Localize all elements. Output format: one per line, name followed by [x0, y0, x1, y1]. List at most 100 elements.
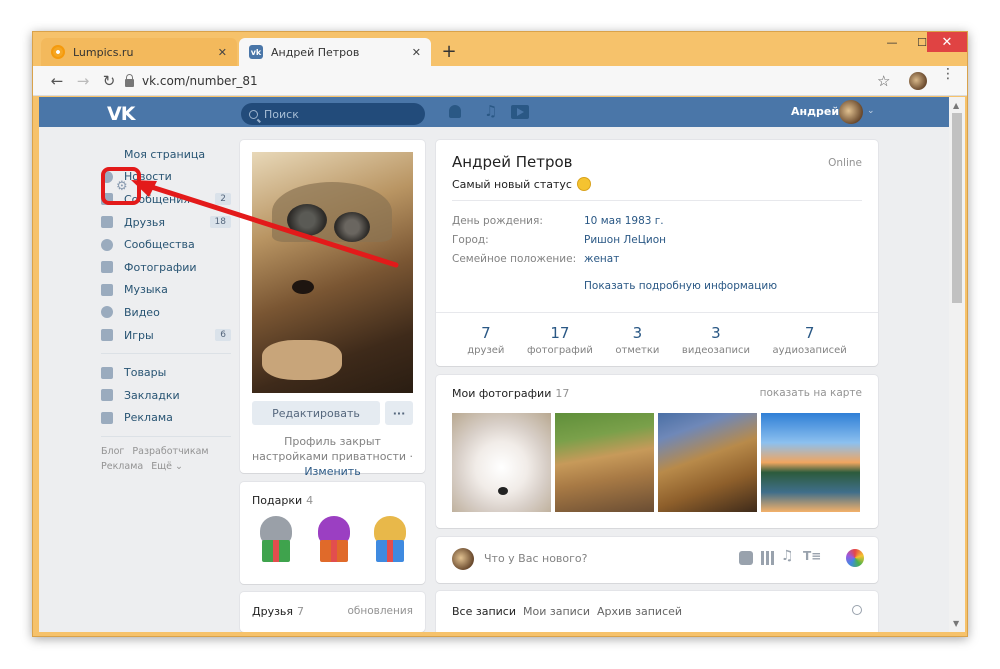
profile-status[interactable]: Самый новый статус — [452, 177, 591, 191]
photo-thumbnail[interactable] — [452, 413, 551, 512]
tab-my-posts[interactable]: Мои записи — [523, 605, 590, 618]
profile-name: Андрей Петров — [452, 153, 573, 171]
footer-link-blog[interactable]: Блог — [101, 446, 124, 457]
profile-counter[interactable]: 7 аудиозаписей — [773, 313, 847, 364]
chevron-down-icon[interactable]: ⌄ — [867, 106, 875, 116]
bookmark-star-icon[interactable]: ☆ — [877, 72, 890, 90]
footer-link-developers[interactable]: Разработчикам — [132, 446, 208, 457]
sidebar-item-label: Фотографии — [124, 260, 197, 274]
photos-title[interactable]: Мои фотографии 17 — [452, 387, 569, 400]
photo-thumbnail[interactable] — [761, 413, 860, 512]
vk-favicon-icon: vk — [249, 45, 263, 59]
sidebar-count-badge: 2 — [215, 193, 231, 206]
sidebar-item-friends[interactable]: Друзья 18 — [101, 211, 231, 234]
sidebar-item-photos[interactable]: Фотографии — [101, 256, 231, 279]
profile-photo[interactable] — [252, 152, 413, 393]
gift-item[interactable] — [254, 516, 298, 566]
online-status: Online — [828, 157, 862, 169]
profile-counter[interactable]: 3 отметки — [615, 313, 659, 364]
header-user-avatar[interactable] — [839, 100, 863, 124]
counter-number: 17 — [550, 324, 570, 342]
browser-profile-avatar[interactable] — [909, 72, 927, 90]
gifts-title[interactable]: Подарки 4 — [252, 494, 313, 507]
sidebar-item-bookmarks[interactable]: Закладки — [101, 384, 231, 407]
video-play-icon[interactable] — [511, 105, 529, 119]
photo-thumbnail[interactable] — [658, 413, 757, 512]
sidebar-item-music[interactable]: Музыка — [101, 279, 231, 302]
tab-archive[interactable]: Архив записей — [597, 605, 682, 618]
tab-vk-profile[interactable]: vk Андрей Петров ✕ — [239, 38, 431, 66]
address-bar[interactable]: vk.com/number_81 — [125, 70, 895, 92]
music-note-icon[interactable]: ♫ — [484, 102, 497, 120]
sidebar-item-games[interactable]: Игры 6 — [101, 324, 231, 347]
sidebar-item-video[interactable]: Видео — [101, 301, 231, 324]
edit-profile-button[interactable]: Редактировать — [252, 401, 380, 425]
privacy-change-link[interactable]: Изменить — [304, 465, 360, 478]
close-window-button[interactable]: ✕ — [927, 32, 967, 52]
notifications-bell-icon[interactable] — [449, 105, 461, 118]
photo-thumbnail[interactable] — [555, 413, 654, 512]
back-button[interactable]: ← — [47, 71, 67, 91]
vk-search-box[interactable] — [241, 103, 425, 125]
search-input[interactable] — [264, 107, 414, 121]
video-icon[interactable] — [761, 551, 775, 565]
text-format-icon[interactable]: T≡ — [803, 549, 821, 563]
new-post-card: ♫ T≡ — [436, 537, 878, 583]
smiley-emoji-icon — [576, 177, 591, 191]
tab-all-posts[interactable]: Все записи — [452, 605, 516, 618]
scroll-up-icon[interactable]: ▲ — [953, 101, 959, 110]
friends-updates-link[interactable]: обновления — [347, 605, 413, 617]
counter-label: друзей — [467, 345, 505, 356]
sidebar-item-label: Друзья — [124, 215, 166, 229]
show-more-info-link[interactable]: Показать подробную информацию — [584, 280, 777, 292]
reload-button[interactable]: ↻ — [99, 71, 119, 91]
profile-counter[interactable]: 7 друзей — [467, 313, 504, 364]
info-row-city: Город: Ришон ЛеЦион — [452, 234, 667, 246]
music-icon[interactable]: ♫ — [781, 548, 795, 564]
camera-icon[interactable] — [739, 551, 753, 565]
search-icon[interactable] — [852, 605, 862, 615]
posts-tabs-card: Все записи Мои записи Архив записей — [436, 591, 878, 632]
sidebar-footer-links: Блог Разработчикам Реклама Ещё ⌄ — [101, 444, 231, 474]
article-icon[interactable] — [846, 549, 864, 567]
scrollbar-thumb[interactable] — [952, 113, 962, 303]
footer-link-more[interactable]: Ещё ⌄ — [151, 461, 183, 472]
profile-counter[interactable]: 17 фотографий — [527, 313, 593, 364]
footer-link-ads[interactable]: Реклама — [101, 461, 143, 472]
browser-menu-icon[interactable]: ⋮ — [941, 67, 955, 81]
gift-item[interactable] — [312, 516, 356, 566]
gift-item[interactable] — [368, 516, 412, 566]
header-user-name[interactable]: Андрей — [791, 105, 839, 118]
sidebar-item-groups[interactable]: Сообщества — [101, 233, 231, 256]
privacy-note: Профиль закрыт настройками приватности ·… — [250, 434, 415, 479]
bookmarks-icon — [101, 389, 113, 402]
profile-counter[interactable]: 3 видеозаписи — [682, 313, 750, 364]
show-on-map-link[interactable]: показать на карте — [760, 387, 862, 399]
minimize-button[interactable]: — — [877, 32, 907, 52]
sidebar-item-home[interactable]: Моя страница — [101, 143, 231, 166]
counter-number: 7 — [481, 324, 491, 342]
vk-logo[interactable]: VK — [107, 103, 135, 125]
profile-more-button[interactable]: ··· — [385, 401, 413, 425]
tab-close-icon[interactable]: ✕ — [412, 46, 421, 59]
sidebar-item-goods[interactable]: Товары — [101, 361, 231, 384]
tab-close-icon[interactable]: ✕ — [218, 46, 227, 59]
friends-title[interactable]: Друзья 7 — [252, 605, 304, 618]
ads-icon — [101, 411, 113, 424]
counter-label: аудиозаписей — [772, 345, 847, 356]
tab-lumpics[interactable]: Lumpics.ru ✕ — [41, 38, 237, 66]
sidebar-item-label: Закладки — [124, 388, 180, 402]
nav-divider — [101, 436, 231, 438]
counter-number: 3 — [711, 324, 721, 342]
sidebar-item-ads[interactable]: Реклама — [101, 407, 231, 430]
page-scrollbar[interactable]: ▲ ▼ — [949, 97, 965, 632]
sidebar-item-label: Моя страница — [124, 147, 206, 161]
friends-icon — [101, 216, 113, 229]
scroll-down-icon[interactable]: ▼ — [953, 619, 959, 628]
forward-button[interactable]: → — [73, 71, 93, 91]
vk-header: VK ♫ Андрей ⌄ — [39, 97, 949, 127]
url-text: vk.com/number_81 — [142, 74, 258, 88]
counter-number: 7 — [804, 324, 815, 342]
new-post-input[interactable] — [484, 552, 724, 565]
new-tab-button[interactable]: + — [439, 41, 459, 62]
